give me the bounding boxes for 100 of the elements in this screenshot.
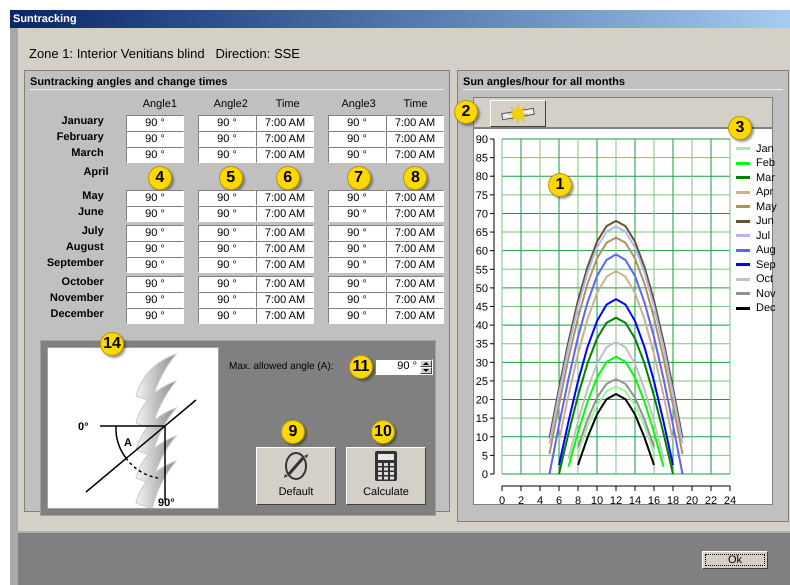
month-label: February: [56, 130, 104, 144]
month-label: May: [81, 190, 104, 202]
table-cell[interactable]: 7:00 AM: [386, 146, 444, 162]
y-tick-label: 55: [476, 264, 488, 276]
x-tick-label: 0: [498, 495, 506, 504]
table-cell[interactable]: 90 °: [328, 308, 386, 324]
table-cell[interactable]: 7:00 AM: [386, 114, 444, 130]
table-cell[interactable]: 90 °: [328, 240, 386, 256]
table-cell[interactable]: 7:00 AM: [256, 146, 314, 162]
table-cell[interactable]: 90 °: [126, 206, 184, 222]
table-cell[interactable]: 7:00 AM: [256, 224, 314, 240]
table-cell[interactable]: 90 °: [328, 114, 386, 130]
table-cell[interactable]: 7:00 AM: [256, 114, 314, 130]
table-cell[interactable]: 90 °: [126, 240, 184, 256]
table-cell[interactable]: 90 °: [198, 292, 256, 308]
x-tick-label: 12: [610, 495, 622, 504]
table-cell[interactable]: 90 °: [328, 224, 386, 240]
table-cell[interactable]: 90 °: [328, 276, 386, 292]
table-cell[interactable]: 7:00 AM: [386, 224, 444, 240]
callout-badge: 11: [349, 354, 373, 378]
table-cell[interactable]: 90 °: [328, 130, 386, 146]
calculator-icon: [372, 450, 400, 482]
table-cell[interactable]: 90 °: [328, 206, 386, 222]
table-cell[interactable]: 90 °: [126, 292, 184, 308]
y-tick-label: 50: [476, 282, 488, 295]
group-title: Sun angles/hour for all months: [463, 75, 626, 89]
table-cell[interactable]: 7:00 AM: [256, 276, 314, 292]
table-cell[interactable]: 90 °: [328, 146, 386, 162]
table-cell[interactable]: 7:00 AM: [386, 130, 444, 146]
legend-label: Sep: [756, 258, 776, 272]
ok-button[interactable]: Ok: [702, 551, 768, 569]
table-cell[interactable]: 7:00 AM: [386, 292, 444, 308]
month-label: September: [46, 256, 104, 270]
table-cell[interactable]: 90 °: [328, 256, 386, 272]
diagram-label: A: [124, 436, 132, 448]
x-tick-label: 22: [704, 495, 718, 504]
month-label: April: [82, 166, 109, 178]
column-header: Time: [402, 97, 429, 112]
y-tick-label: 45: [476, 302, 488, 314]
y-tick-label: 5: [482, 450, 488, 462]
y-tick-label: 35: [476, 338, 488, 351]
month-label: July: [80, 224, 104, 238]
table-cell[interactable]: 90 °: [198, 190, 256, 206]
y-tick-label: 75: [476, 190, 488, 202]
table-cell[interactable]: 90 °: [198, 256, 256, 272]
table-cell[interactable]: 7:00 AM: [256, 190, 314, 206]
month-label: June: [77, 206, 104, 218]
default-button[interactable]: Default: [256, 446, 336, 504]
table-cell[interactable]: 90 °: [328, 292, 386, 308]
table-cell[interactable]: 90 °: [198, 224, 256, 240]
table-cell[interactable]: 90 °: [126, 276, 184, 292]
x-tick-label: 10: [590, 495, 604, 504]
table-cell[interactable]: 90 °: [198, 130, 256, 146]
month-label: March: [70, 146, 104, 160]
table-cell[interactable]: 7:00 AM: [386, 206, 444, 222]
table-cell[interactable]: 7:00 AM: [386, 256, 444, 272]
table-cell[interactable]: 7:00 AM: [256, 308, 314, 324]
table-cell[interactable]: 90 °: [198, 146, 256, 162]
x-tick-label: 20: [686, 495, 698, 504]
table-cell[interactable]: 7:00 AM: [386, 276, 444, 292]
window-title: Suntracking: [13, 12, 77, 27]
max-angle-label: Max. allowed angle (A):: [229, 360, 334, 374]
spin-up-icon[interactable]: [420, 360, 432, 366]
table-cell[interactable]: 7:00 AM: [386, 308, 444, 324]
x-tick-label: 8: [574, 495, 582, 504]
calculate-button[interactable]: Calculate: [346, 446, 426, 504]
table-cell[interactable]: 90 °: [198, 114, 256, 130]
y-tick-label: 90: [476, 134, 488, 146]
table-cell[interactable]: 7:00 AM: [256, 240, 314, 256]
table-cell[interactable]: 90 °: [328, 190, 386, 206]
legend-label: Jun: [756, 214, 774, 229]
table-cell[interactable]: 90 °: [198, 276, 256, 292]
y-tick-label: 60: [476, 246, 488, 258]
table-cell[interactable]: 7:00 AM: [256, 292, 314, 308]
legend-label: Nov: [756, 286, 776, 302]
legend-label: Mar: [756, 170, 775, 186]
table-cell[interactable]: 90 °: [198, 308, 256, 324]
table-cell[interactable]: 90 °: [198, 206, 256, 222]
column-header: Angle1: [142, 97, 178, 112]
table-cell[interactable]: 90 °: [126, 256, 184, 272]
x-tick-label: 16: [648, 495, 660, 504]
table-cell[interactable]: 90 °: [126, 146, 184, 162]
diagram-label: 0°: [78, 420, 89, 432]
table-cell[interactable]: 90 °: [126, 308, 184, 324]
table-cell[interactable]: 90 °: [198, 240, 256, 256]
legend-label: Apr: [756, 185, 774, 200]
table-cell[interactable]: 7:00 AM: [256, 256, 314, 272]
table-cell[interactable]: 7:00 AM: [256, 130, 314, 146]
table-cell[interactable]: 7:00 AM: [256, 206, 314, 222]
table-cell[interactable]: 90 °: [126, 130, 184, 146]
table-cell[interactable]: 7:00 AM: [386, 190, 444, 206]
table-cell[interactable]: 90 °: [126, 114, 184, 130]
month-label: October: [60, 276, 104, 288]
table-cell[interactable]: 90 °: [126, 224, 184, 240]
table-cell[interactable]: 90 °: [126, 190, 184, 206]
angle-spinner[interactable]: 90 °: [375, 358, 433, 374]
callout-badge: 8: [403, 166, 428, 190]
sun-button[interactable]: [490, 100, 546, 127]
month-label: December: [50, 308, 104, 320]
table-cell[interactable]: 7:00 AM: [386, 240, 444, 256]
